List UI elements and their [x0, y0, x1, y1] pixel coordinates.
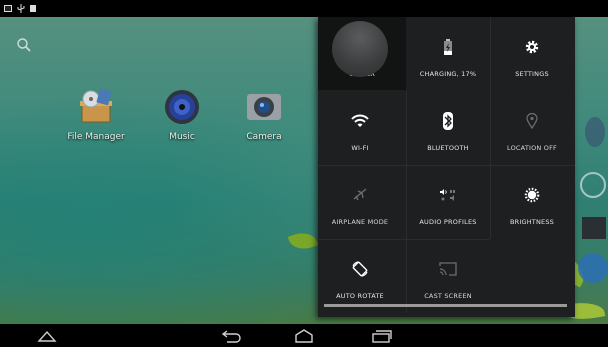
app-label: Music: [169, 132, 195, 142]
search-icon[interactable]: [16, 37, 32, 53]
notification-icon: [4, 5, 12, 12]
tile-label: AUDIO PROFILES: [419, 218, 477, 226]
tile-wifi[interactable]: WI-FI: [318, 91, 402, 165]
tile-battery[interactable]: CHARGING, 17%: [406, 17, 490, 91]
app-label: Camera: [246, 132, 282, 142]
wifi-icon: [350, 111, 370, 131]
home-icon[interactable]: [290, 327, 318, 345]
tile-audio-profiles[interactable]: AUDIO PROFILES: [406, 165, 490, 239]
recents-icon[interactable]: [368, 327, 396, 345]
tile-cast-screen[interactable]: CAST SCREEN: [406, 239, 490, 313]
quick-settings-panel: OWNER CHARGING, 17% SETTINGS: [318, 17, 575, 317]
tile-airplane-mode[interactable]: AIRPLANE MODE: [318, 165, 402, 239]
airplane-icon: [350, 185, 370, 205]
tile-brightness[interactable]: BRIGHTNESS: [490, 165, 574, 239]
tile-divider: [490, 17, 491, 239]
file-manager-icon: [77, 88, 115, 126]
bluetooth-icon: [438, 111, 458, 131]
partial-app-icon[interactable]: [578, 253, 608, 283]
tile-auto-rotate[interactable]: AUTO ROTATE: [318, 239, 402, 313]
tile-label: CAST SCREEN: [424, 292, 472, 300]
tile-label: AUTO ROTATE: [336, 292, 384, 300]
gear-icon: [522, 37, 542, 57]
partial-app-icon[interactable]: [582, 217, 606, 239]
tile-divider: [318, 239, 490, 240]
battery-charging-icon: [438, 37, 458, 57]
sd-card-icon: [30, 5, 36, 12]
back-icon[interactable]: [218, 327, 246, 345]
partial-app-icon[interactable]: [580, 172, 606, 198]
panel-handle[interactable]: [324, 304, 567, 307]
tile-divider: [318, 165, 575, 166]
app-file-manager[interactable]: File Manager: [58, 88, 134, 142]
status-bar: [0, 0, 608, 17]
brightness-icon: [522, 185, 542, 205]
user-avatar: [332, 21, 388, 77]
tile-label: SETTINGS: [515, 70, 549, 78]
music-speaker-icon: [163, 88, 201, 126]
tile-label: AIRPLANE MODE: [331, 218, 389, 226]
app-label: File Manager: [67, 132, 125, 142]
camera-icon: [245, 88, 283, 126]
tile-location[interactable]: LOCATION OFF: [490, 91, 574, 165]
cast-icon: [438, 259, 458, 279]
tile-divider: [406, 91, 407, 313]
auto-rotate-icon: [350, 259, 370, 279]
app-camera[interactable]: Camera: [226, 88, 302, 142]
tile-label: WI-FI: [351, 144, 369, 152]
wallpaper-leaf: [287, 228, 319, 254]
tile-label: LOCATION OFF: [507, 144, 557, 152]
tile-label: CHARGING, 17%: [419, 70, 477, 78]
tile-label: BLUETOOTH: [427, 144, 469, 152]
app-music[interactable]: Music: [144, 88, 220, 142]
audio-profiles-icon: [438, 185, 458, 205]
location-pin-icon: [522, 111, 542, 131]
usb-icon: [17, 4, 25, 13]
partial-app-icon[interactable]: [585, 117, 605, 147]
up-icon[interactable]: [33, 327, 61, 345]
tile-owner[interactable]: OWNER: [318, 17, 406, 91]
navigation-bar: [0, 324, 608, 347]
tile-bluetooth[interactable]: BLUETOOTH: [406, 91, 490, 165]
tile-label: BRIGHTNESS: [509, 218, 554, 226]
tile-settings[interactable]: SETTINGS: [490, 17, 574, 91]
